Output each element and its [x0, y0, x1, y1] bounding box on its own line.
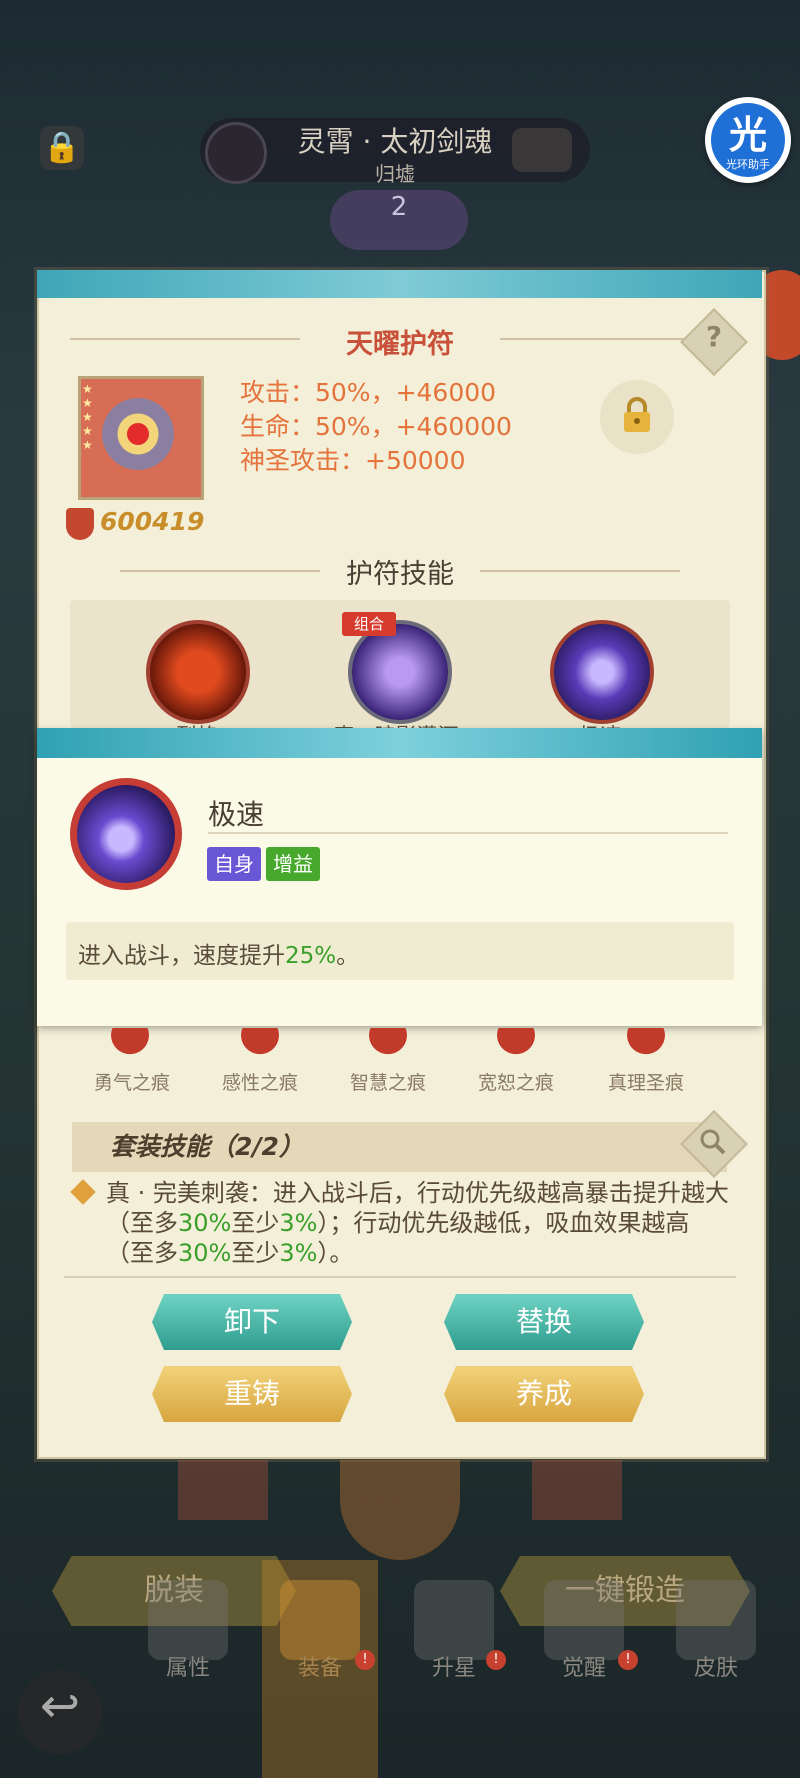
power-shield-icon: [66, 508, 94, 540]
mark-icon[interactable]: [100, 1028, 160, 1064]
replace-button[interactable]: 替换: [444, 1294, 644, 1350]
popup-header-strip: [37, 728, 762, 758]
nav-awaken[interactable]: 觉醒: [534, 1650, 634, 1682]
divider: [64, 1276, 736, 1278]
mark-icon[interactable]: [616, 1028, 676, 1064]
set-skill-description: 真 · 完美刺袭：进入战斗后，行动优先级越高暴击提升越大（至多30%至少3%）；…: [106, 1179, 729, 1267]
lock-icon: 🔒: [40, 126, 84, 170]
divider: [480, 570, 680, 572]
equip-slot[interactable]: [532, 1460, 622, 1520]
hero-subtitle: 归墟: [375, 162, 415, 186]
set-skill-title: 套装技能（2/2）: [110, 1132, 304, 1161]
amulet-title: 天曜护符: [346, 329, 454, 360]
awaken-icon: [544, 1580, 624, 1660]
develop-button[interactable]: 养成: [444, 1366, 644, 1422]
divider: [70, 338, 300, 340]
nav-star-up[interactable]: 升星: [404, 1650, 504, 1682]
stat-holy-attack: 神圣攻击：+50000: [240, 446, 466, 475]
mark-icon[interactable]: [230, 1028, 290, 1064]
equip-slot[interactable]: [178, 1460, 268, 1520]
mark-label: 真理圣痕: [607, 1072, 684, 1094]
combo-tag: 组合: [342, 612, 396, 636]
back-arrow-icon: ↩: [39, 1678, 81, 1734]
tag-self: 自身: [207, 847, 261, 881]
boot-icon: [77, 785, 175, 883]
panel-header-strip: [37, 270, 762, 298]
tag-buff: 增益: [266, 847, 320, 881]
speed-skill-icon[interactable]: [550, 620, 654, 724]
hero-name: 灵霄 · 太初剑魂: [297, 125, 493, 158]
mark-icon[interactable]: [486, 1028, 546, 1064]
nav-equipment[interactable]: 装备: [270, 1650, 370, 1682]
skill-description: 进入战斗，速度提升25%。: [78, 943, 360, 969]
star-level: 2: [390, 192, 408, 222]
skin-icon: [676, 1580, 756, 1660]
nav-skin[interactable]: 皮肤: [666, 1650, 766, 1682]
divider: [500, 338, 700, 340]
unequip-button[interactable]: 卸下: [152, 1294, 352, 1350]
star-icon: [414, 1580, 494, 1660]
reforge-button[interactable]: 重铸: [152, 1366, 352, 1422]
sword-icon: [280, 1580, 360, 1660]
stat-life: 生命：50%，+460000: [240, 412, 512, 441]
equip-slot[interactable]: [340, 1460, 460, 1560]
mark-icon[interactable]: [358, 1028, 418, 1064]
nav-attributes[interactable]: 属性: [138, 1650, 238, 1682]
helper-badge-label: 光环助手: [726, 158, 770, 171]
mark-label: 感性之痕: [221, 1072, 298, 1094]
stat-attack: 攻击：50%，+46000: [240, 378, 497, 407]
magnifier-icon: [700, 1129, 726, 1155]
divider: [208, 832, 728, 834]
padlock-icon: [624, 397, 650, 432]
skills-title: 护符技能: [346, 559, 454, 590]
flame-skill-icon[interactable]: [146, 620, 250, 724]
divider: [120, 570, 320, 572]
mark-label: 智慧之痕: [349, 1072, 426, 1094]
star-icon: ★ ★ ★ ★ ★: [82, 382, 93, 452]
helmet-icon: [148, 1580, 228, 1660]
popup-skill-name: 极速: [208, 798, 265, 831]
helper-badge-char: 光: [728, 113, 767, 157]
question-icon: ?: [705, 320, 723, 353]
mark-label: 勇气之痕: [93, 1072, 170, 1094]
combat-power: 600419: [100, 507, 205, 536]
mark-label: 宽恕之痕: [477, 1072, 554, 1094]
